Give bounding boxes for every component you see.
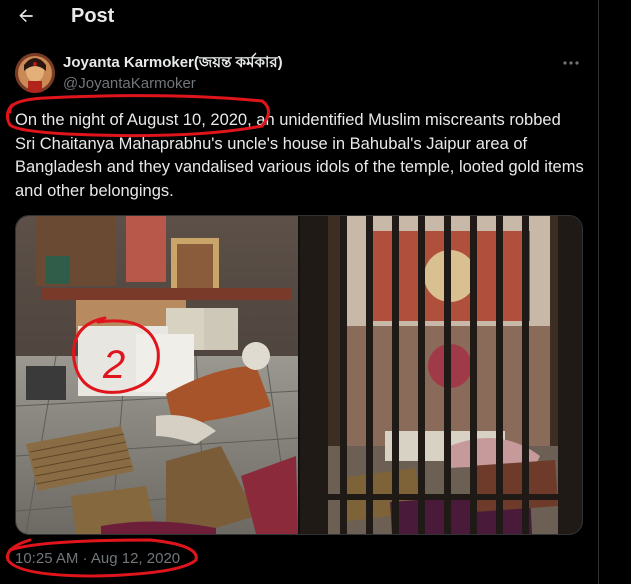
avatar-image (15, 53, 55, 93)
photo-image (16, 216, 298, 534)
more-options-button[interactable] (556, 52, 586, 74)
column-divider (598, 0, 599, 584)
post-timestamp[interactable]: 10:25 AM · Aug 12, 2020 (15, 550, 180, 568)
more-dots-icon (563, 61, 579, 65)
page-title: Post (71, 5, 115, 27)
photo-image (300, 216, 582, 534)
author-name[interactable]: Joyanta Karmoker(জয়ন্ত কর্মকার) (63, 54, 283, 72)
back-button[interactable] (13, 4, 39, 28)
header: Post (0, 0, 598, 32)
photo-temple-gate[interactable] (300, 216, 582, 534)
author-handle[interactable]: @JoyantaKarmoker (63, 75, 196, 93)
avatar[interactable] (15, 53, 55, 93)
tweet-text: On the night of August 10, 2020, an unid… (15, 111, 584, 200)
arrow-left-icon (19, 9, 33, 22)
media-grid (15, 215, 583, 535)
photo-temple-vandalised[interactable] (16, 216, 298, 534)
